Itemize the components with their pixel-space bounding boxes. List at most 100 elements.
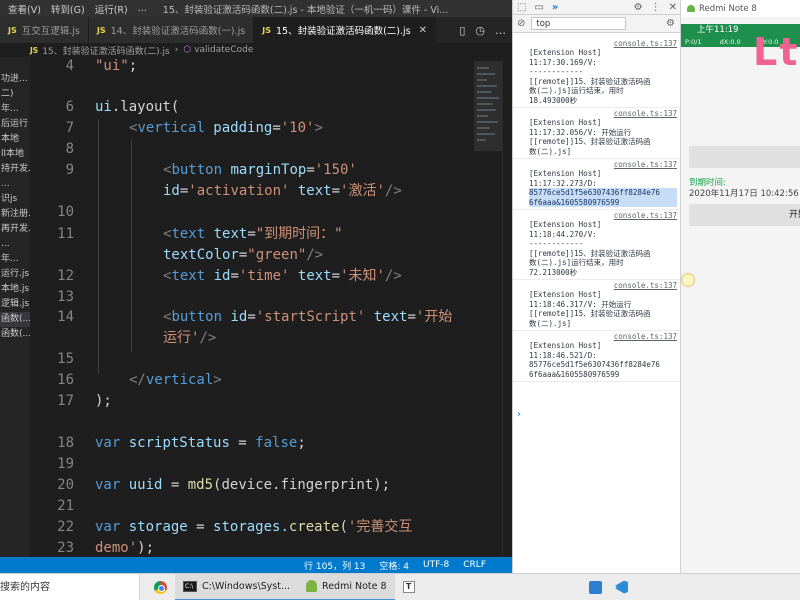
console-filter-bar: ⊘ top ⚙ (513, 15, 681, 33)
file-encoding[interactable]: UTF-8 (423, 560, 449, 570)
breadcrumb-symbol[interactable]: validateCode (194, 45, 253, 55)
indentation-setting[interactable]: 空格: 4 (379, 559, 409, 572)
indent-guide (98, 119, 99, 374)
menu-run[interactable]: 运行(R) (95, 2, 128, 16)
activation-button[interactable] (689, 146, 800, 168)
run-icon[interactable]: ◷ (475, 24, 485, 37)
taskbar-app[interactable] (583, 574, 609, 600)
explorer-item[interactable]: 二) (0, 87, 30, 102)
explorer-item[interactable]: 识js (0, 192, 30, 207)
token: false (255, 435, 298, 451)
clear-console-icon[interactable]: ⊘ (517, 18, 525, 29)
explorer-item[interactable]: 新注册... (0, 207, 30, 222)
console-settings-icon[interactable]: ⚙ (666, 18, 675, 29)
start-script-button[interactable]: 开始 (689, 204, 800, 226)
console-prompt[interactable]: › (517, 409, 521, 420)
console-line: 72.213000秒 (529, 267, 578, 277)
source-link[interactable]: console.ts:137 (529, 281, 677, 290)
explorer-item[interactable]: ... (0, 177, 30, 192)
vscode-window: 查看(V) 转到(G) 运行(R) ... 15、封装验证激活码函数(二).js… (0, 0, 512, 573)
line-number: 9 (65, 162, 74, 178)
token: uuid (120, 477, 163, 493)
code-line-7: <vertical padding='10'> (129, 119, 323, 137)
taskbar-typora[interactable]: T (395, 574, 423, 600)
explorer-item[interactable]: 年... (0, 102, 30, 117)
token: /> (384, 268, 402, 284)
close-icon[interactable]: ✕ (419, 25, 427, 36)
breadcrumb-file[interactable]: 15、封装验证激活码函数(二).js (42, 44, 170, 57)
taskbar-cmd[interactable]: C:\ C:\Windows\Syst... (175, 573, 299, 600)
minimap-line (477, 115, 488, 117)
token: "ui" (95, 58, 129, 74)
device-toolbar-icon[interactable]: ▭ (534, 2, 543, 13)
editor-scrollbar[interactable] (502, 57, 512, 557)
source-link[interactable]: console.ts:137 (529, 332, 677, 341)
taskbar-label: Redmi Note 8 (322, 580, 387, 592)
token: '未知' (340, 268, 385, 284)
menu-view[interactable]: 查看(V) (8, 2, 41, 16)
explorer-item[interactable]: ll本地 (0, 147, 30, 162)
line-number: 22 (57, 519, 74, 535)
code-line-21: var uuid = md5(device.fingerprint); (95, 476, 390, 494)
more-options-icon[interactable]: ⋮ (651, 2, 661, 13)
split-editor-icon[interactable]: ▯ (459, 24, 465, 37)
console-line: 85776ce5d1f5e6307436ff8284e76 (529, 360, 660, 369)
explorer-item[interactable] (0, 57, 30, 72)
more-tabs-icon[interactable]: » (552, 2, 558, 13)
minimap[interactable] (474, 57, 502, 557)
device-name: Redmi Note 8 (699, 3, 757, 14)
line-number: 13 (57, 289, 74, 305)
explorer-item[interactable]: 本地.js (0, 282, 30, 297)
explorer-item[interactable]: ... (0, 237, 30, 252)
tab-validate-code-1[interactable]: JS 14、封装验证激活码函数(一).js (88, 17, 255, 43)
taskbar-search-box[interactable]: 搜索的内容 (0, 573, 140, 600)
explorer-item[interactable]: 再开发... (0, 222, 30, 237)
floating-ball-icon[interactable] (681, 273, 695, 287)
token: '150' (314, 162, 357, 178)
token: var (95, 519, 121, 535)
taskbar-chrome[interactable] (146, 574, 175, 600)
taskbar-vscode[interactable] (609, 574, 635, 600)
line-number: 7 (65, 120, 74, 136)
status-bar: 行 105，列 13 空格: 4 UTF-8 CRLF (0, 557, 512, 573)
token: /> (199, 330, 217, 346)
minimap-line (477, 103, 493, 105)
inspect-element-icon[interactable]: ⬚ (517, 2, 526, 13)
source-link[interactable]: console.ts:137 (529, 211, 677, 220)
close-icon[interactable]: ✕ (669, 2, 677, 13)
explorer-item[interactable]: 持开发... (0, 162, 30, 177)
window-title: 15、封装验证激活码函数(二).js - 本地验证（一机一码）课件 - Vi..… (162, 4, 449, 16)
console-line: 11:18:46.521/D: (529, 350, 597, 360)
line-ending[interactable]: CRLF (463, 560, 486, 570)
token: ); (137, 540, 155, 556)
source-link[interactable]: console.ts:137 (529, 160, 677, 169)
menu-goto[interactable]: 转到(G) (51, 2, 85, 16)
tab-interaction-logic[interactable]: JS 互交互逻辑.js (0, 17, 89, 43)
more-actions-icon[interactable]: … (495, 24, 506, 37)
minimap-line (477, 121, 498, 123)
minimap-line (477, 109, 496, 111)
explorer-item[interactable]: 本地 (0, 132, 30, 147)
cursor-position[interactable]: 行 105，列 13 (304, 559, 365, 572)
explorer-item[interactable]: 运行.js (0, 267, 30, 282)
tab-validate-code-2[interactable]: JS 15、封装验证激活码函数(二).js ✕ (254, 17, 436, 43)
explorer-item[interactable]: 功进... (0, 72, 30, 87)
source-link[interactable]: console.ts:137 (529, 39, 677, 48)
console-line: ------------ (529, 239, 584, 248)
menu-more[interactable]: ... (138, 3, 147, 14)
code-line-23-wrap: demo'); (95, 539, 154, 557)
explorer-item[interactable]: 逻辑.js (0, 297, 30, 312)
explorer-item[interactable]: 函数(... (0, 312, 30, 327)
context-selector[interactable]: top (531, 17, 627, 30)
explorer-item[interactable]: 函数(... (0, 327, 30, 342)
token: = (247, 226, 256, 242)
explorer-item[interactable]: 后运行 (0, 117, 30, 132)
token: vertical (145, 372, 214, 388)
code-editor[interactable]: "ui"; ui.layout( <vertical padding='10'>… (95, 57, 475, 557)
settings-icon[interactable]: ⚙ (634, 2, 643, 13)
token: /> (306, 247, 324, 263)
explorer-item[interactable]: 年... (0, 252, 30, 267)
taskbar-emulator[interactable]: Redmi Note 8 (298, 573, 395, 600)
source-link[interactable]: console.ts:137 (529, 109, 677, 118)
tab-label: 互交互逻辑.js (21, 26, 80, 37)
